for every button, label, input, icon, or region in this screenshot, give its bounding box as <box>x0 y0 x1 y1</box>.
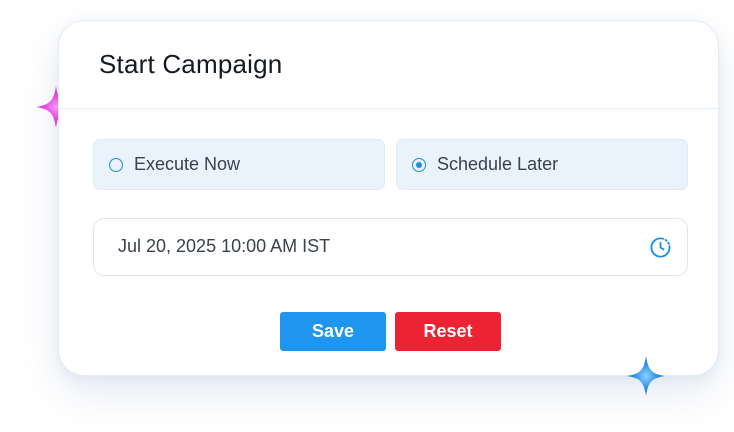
stage: Start Campaign Execute Now Schedule Late… <box>0 0 734 432</box>
schedule-later-option[interactable]: Schedule Later <box>396 139 688 190</box>
start-campaign-dialog: Start Campaign Execute Now Schedule Late… <box>58 20 719 376</box>
dialog-header: Start Campaign <box>59 21 718 109</box>
execute-now-radio[interactable] <box>109 157 123 172</box>
schedule-later-radio[interactable] <box>412 157 426 172</box>
execute-now-option[interactable]: Execute Now <box>93 139 385 190</box>
schedule-later-label: Schedule Later <box>437 154 559 174</box>
reset-button[interactable]: Reset <box>395 312 501 351</box>
execute-now-label: Execute Now <box>134 154 241 174</box>
datetime-value: Jul 20, 2025 10:00 AM IST <box>118 236 331 256</box>
blue-sparkle-icon <box>627 356 665 396</box>
schedule-datetime-field[interactable]: Jul 20, 2025 10:00 AM IST <box>93 218 688 276</box>
clock-icon[interactable] <box>649 236 672 259</box>
dialog-title: Start Campaign <box>99 49 283 79</box>
save-button[interactable]: Save <box>280 312 386 351</box>
